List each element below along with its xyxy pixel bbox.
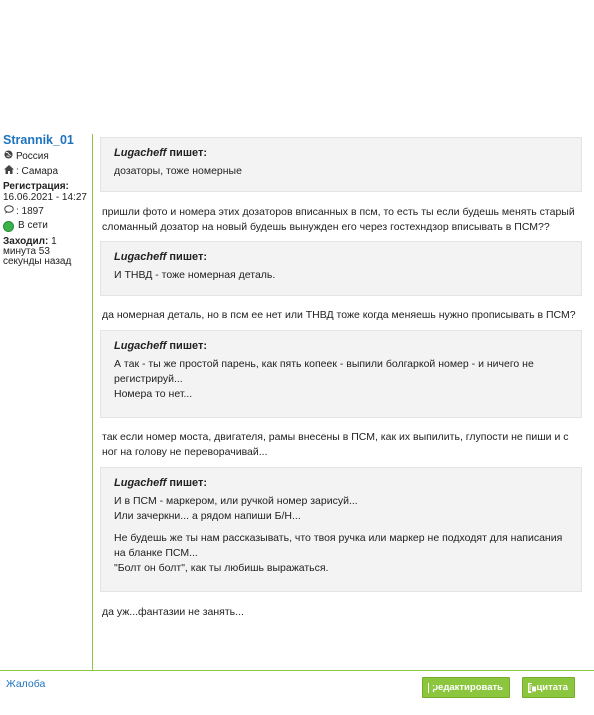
quote-block: Lugacheff пишет: И в ПСМ - маркером, или… <box>100 467 582 592</box>
quote-text: И в ПСМ - маркером, или ручкой номер зар… <box>114 495 358 507</box>
quote-button-label: цитата <box>536 682 568 693</box>
quote-text: "Болт он болт", как ты любишь выражаться… <box>114 562 329 574</box>
posts-row: : 1897 <box>0 205 92 218</box>
quote-button[interactable]: цитата <box>522 677 575 698</box>
quote-writes: пишет: <box>166 251 208 263</box>
registration-block: Регистрация: 16.06.2021 - 14:27 <box>0 181 92 203</box>
quote-author: Lugacheff <box>114 477 167 489</box>
online-status-text: В сети <box>18 220 48 231</box>
city-row: : Самара <box>0 165 92 178</box>
quote-text: И ТНВД - тоже номерная деталь. <box>114 269 276 281</box>
reply-text: так если номер моста, двигателя, рамы вн… <box>102 431 569 458</box>
quote-author-line: Lugacheff пишет: <box>114 146 569 160</box>
quote-writes: пишет: <box>166 477 208 489</box>
quote-writes: пишет: <box>166 147 208 159</box>
quote-text: А так - ты же простой парень, как пять к… <box>114 358 534 385</box>
registration-label: Регистрация: <box>3 181 69 192</box>
post-author-panel: Strannik_01 Россия : Самара Регистрация:… <box>0 133 93 670</box>
quote-author: Lugacheff <box>114 147 167 159</box>
online-status-icon <box>3 220 14 232</box>
quote-text: Номера то нет... <box>114 388 193 400</box>
quote-writes: пишет: <box>166 340 208 352</box>
reply-text: да уж...фантазии не занять... <box>102 606 244 618</box>
quote-text: дозаторы, тоже номерные <box>114 165 242 177</box>
last-visit-block: Заходил: 1 минута 53 секунды назад <box>0 237 89 267</box>
quote-author-line: Lugacheff пишет: <box>114 339 569 353</box>
posts-count: : 1897 <box>16 205 44 217</box>
quote-text: Не будешь же ты нам рассказывать, что тв… <box>114 532 563 559</box>
home-icon <box>3 165 14 178</box>
reply-text: да номерная деталь, но в псм ее нет или … <box>102 309 576 321</box>
country-row: Россия <box>0 150 92 163</box>
reply-text: пришли фото и номера этих дозаторов впис… <box>102 206 575 233</box>
quote-block: Lugacheff пишет: А так - ты же простой п… <box>100 330 582 418</box>
quote-author-line: Lugacheff пишет: <box>114 250 569 264</box>
quote-author: Lugacheff <box>114 251 167 263</box>
quote-block: Lugacheff пишет: дозаторы, тоже номерные <box>100 137 582 192</box>
quote-author: Lugacheff <box>114 340 167 352</box>
username-link[interactable]: Strannik_01 <box>0 133 92 147</box>
globe-icon <box>3 150 14 163</box>
complaint-link[interactable]: Жалоба <box>6 678 45 690</box>
edit-button[interactable]: редактировать <box>422 677 510 698</box>
post-content: Lugacheff пишет: дозаторы, тоже номерные… <box>100 134 582 620</box>
forum-post: Strannik_01 Россия : Самара Регистрация:… <box>0 133 594 671</box>
edit-button-label: редактировать <box>432 682 503 693</box>
quote-block: Lugacheff пишет: И ТНВД - тоже номерная … <box>100 241 582 296</box>
registration-date: 16.06.2021 - 14:27 <box>3 192 87 203</box>
comment-icon <box>3 205 14 218</box>
last-visit-rest: минута 53 секунды назад <box>3 246 72 267</box>
online-row: В сети <box>0 220 92 232</box>
quote-text: Или зачеркни... а рядом напиши Б/Н... <box>114 510 301 522</box>
quote-icon <box>528 682 537 693</box>
city-text: : Самара <box>16 165 59 177</box>
country-text: Россия <box>16 150 49 162</box>
quote-author-line: Lugacheff пишет: <box>114 476 569 490</box>
